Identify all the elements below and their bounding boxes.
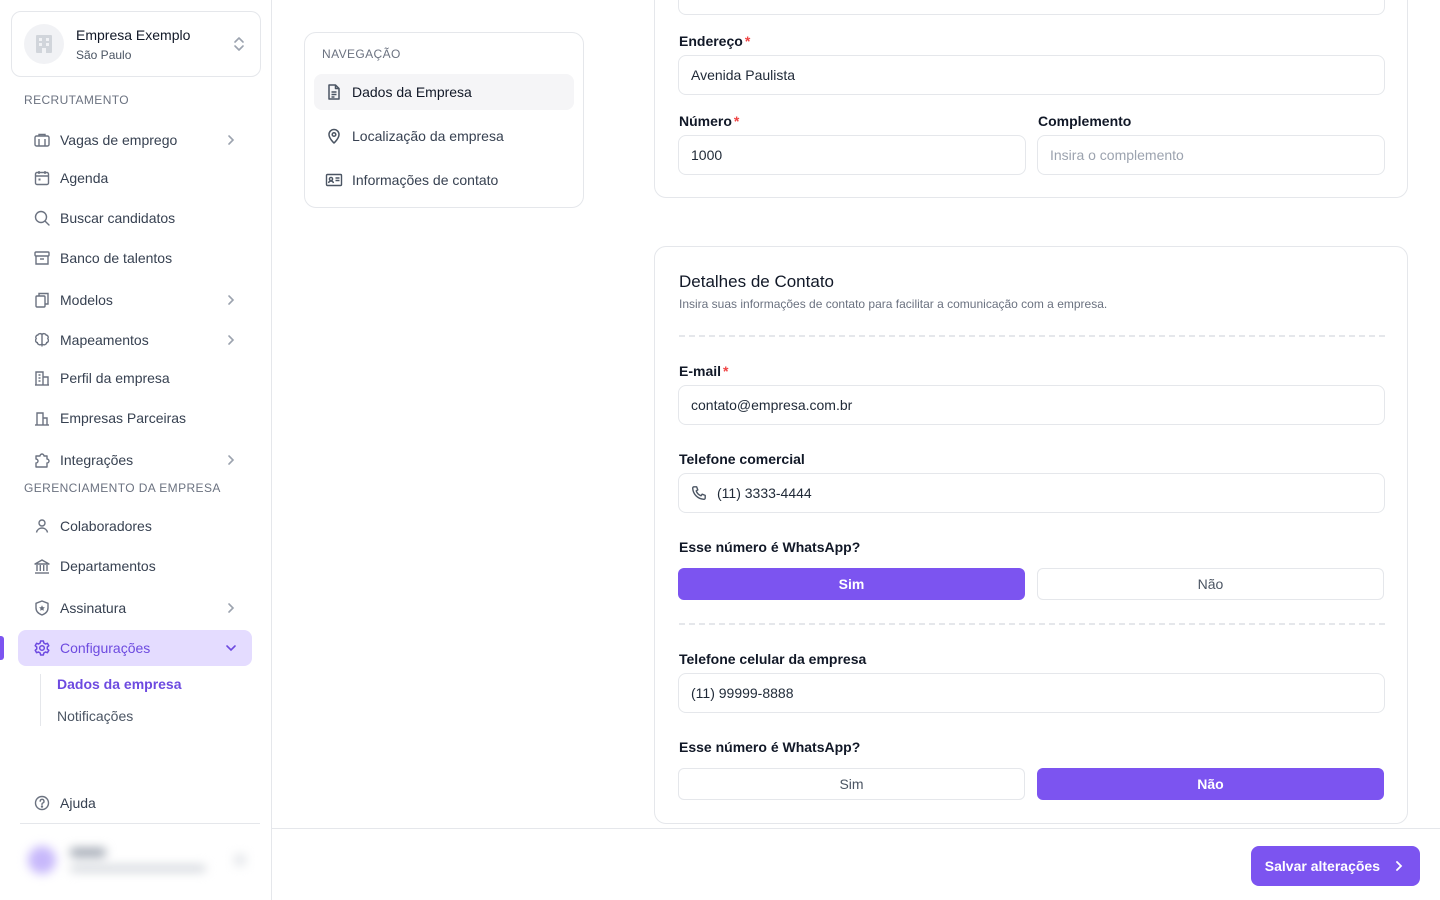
chevron-right-icon xyxy=(224,601,238,615)
mobile-phone-whatsapp-no[interactable]: Não xyxy=(1037,768,1384,800)
buildings-icon xyxy=(32,408,52,428)
help-circle-icon xyxy=(32,793,52,813)
sidebar-item-subscription[interactable]: Assinatura xyxy=(18,590,252,626)
chevron-up-down-icon xyxy=(232,35,246,53)
sidebar-item-settings[interactable]: Configurações xyxy=(18,630,252,666)
nav-company-data[interactable]: Dados da Empresa xyxy=(314,74,574,110)
complement-label: Complemento xyxy=(1038,113,1132,129)
sidebar-item-templates[interactable]: Modelos xyxy=(18,282,252,318)
phone-icon xyxy=(691,485,707,501)
business-phone-value: (11) 3333-4444 xyxy=(717,485,812,501)
id-card-icon xyxy=(324,170,344,190)
sidebar-subitem-company-data[interactable]: Dados da empresa xyxy=(57,676,182,692)
save-changes-button[interactable]: Salvar alterações xyxy=(1250,846,1420,886)
section-label-recruitment: RECRUTAMENTO xyxy=(24,93,130,107)
street-input[interactable]: Avenida Paulista xyxy=(678,55,1385,95)
sidebar-item-departments[interactable]: Departamentos xyxy=(18,548,252,584)
sidebar-item-help[interactable]: Ajuda xyxy=(18,785,252,821)
dashed-divider xyxy=(679,335,1385,337)
email-input[interactable]: contato@empresa.com.br xyxy=(678,385,1385,425)
page-navigation: NAVEGAÇÃO Dados da Empresa Localização d… xyxy=(304,32,584,208)
search-icon xyxy=(32,208,52,228)
active-indicator xyxy=(0,636,4,660)
calendar-icon xyxy=(32,168,52,188)
whatsapp-question-1: Esse número é WhatsApp? xyxy=(679,539,861,555)
mobile-phone-label: Telefone celular da empresa xyxy=(679,651,867,667)
chevron-right-icon xyxy=(224,453,238,467)
sidebar-subitem-notifications[interactable]: Notificações xyxy=(57,708,133,724)
location-card: Endereço * Avenida Paulista Número * 1000 … xyxy=(654,0,1408,198)
section-label-management: GERENCIAMENTO DA EMPRESA xyxy=(24,481,221,495)
chevron-right-icon xyxy=(224,133,238,147)
sidebar-item-jobs[interactable]: Vagas de emprego xyxy=(18,122,252,158)
previous-field-input[interactable] xyxy=(678,0,1385,15)
business-phone-label: Telefone comercial xyxy=(679,451,805,467)
whatsapp-question-2: Esse número é WhatsApp? xyxy=(679,739,861,755)
copy-icon xyxy=(32,290,52,310)
bank-icon xyxy=(32,556,52,576)
gear-icon xyxy=(32,638,52,658)
company-name: Empresa Exemplo xyxy=(76,27,191,43)
contact-card-subtitle: Insira suas informações de contato para … xyxy=(679,297,1108,311)
mobile-phone-whatsapp-yes[interactable]: Sim xyxy=(678,768,1025,800)
mobile-phone-input[interactable]: (11) 99999-8888 xyxy=(678,673,1385,713)
nav-contact-info[interactable]: Informações de contato xyxy=(314,162,574,198)
business-phone-whatsapp-no[interactable]: Não xyxy=(1037,568,1384,600)
number-input[interactable]: 1000 xyxy=(678,135,1026,175)
business-phone-input[interactable]: (11) 3333-4444 xyxy=(678,473,1385,513)
complement-input[interactable]: Insira o complemento xyxy=(1037,135,1385,175)
map-pin-icon xyxy=(324,126,344,146)
sidebar-item-mappings[interactable]: Mapeamentos xyxy=(18,322,252,358)
chevron-down-icon xyxy=(224,641,238,655)
company-city: São Paulo xyxy=(76,48,132,62)
sidebar: Empresa Exemplo São Paulo RECRUTAMENTO V… xyxy=(0,0,272,900)
navigation-title: NAVEGAÇÃO xyxy=(322,47,401,61)
sidebar-item-talent-pool[interactable]: Banco de talentos xyxy=(18,240,252,276)
email-label: E-mail * xyxy=(679,363,729,379)
archive-icon xyxy=(32,248,52,268)
chevron-right-icon xyxy=(224,333,238,347)
submenu-line xyxy=(40,674,41,726)
sidebar-item-collaborators[interactable]: Colaboradores xyxy=(18,508,252,544)
company-switcher[interactable]: Empresa Exemplo São Paulo xyxy=(11,11,261,77)
sidebar-item-search-candidates[interactable]: Buscar candidatos xyxy=(18,200,252,236)
required-asterisk: * xyxy=(723,363,729,379)
sidebar-item-integrations[interactable]: Integrações xyxy=(18,442,252,478)
chevron-right-icon xyxy=(224,293,238,307)
required-asterisk: * xyxy=(744,33,751,49)
chevron-right-icon xyxy=(1392,859,1406,873)
user-profile-blurred[interactable] xyxy=(20,838,260,882)
shield-star-icon xyxy=(32,598,52,618)
sidebar-divider xyxy=(20,823,260,824)
sidebar-item-company-profile[interactable]: Perfil da empresa xyxy=(18,360,252,396)
street-label: Endereço * xyxy=(679,33,751,49)
footer-bar: Salvar alterações xyxy=(272,828,1440,900)
file-text-icon xyxy=(324,82,344,102)
business-phone-whatsapp-yes[interactable]: Sim xyxy=(678,568,1025,600)
puzzle-icon xyxy=(32,450,52,470)
sidebar-item-agenda[interactable]: Agenda xyxy=(18,160,252,196)
briefcase-icon xyxy=(32,130,52,150)
user-icon xyxy=(32,516,52,536)
sidebar-item-partner-companies[interactable]: Empresas Parceiras xyxy=(18,400,252,436)
building-icon xyxy=(32,368,52,388)
number-label: Número * xyxy=(679,113,740,129)
company-logo xyxy=(24,24,64,64)
nav-company-location[interactable]: Localização da empresa xyxy=(314,118,574,154)
brain-icon xyxy=(32,330,52,350)
dashed-divider xyxy=(679,623,1385,625)
contact-card-title: Detalhes de Contato xyxy=(679,272,834,291)
contact-details-card: Detalhes de Contato Insira suas informaç… xyxy=(654,246,1408,824)
required-asterisk: * xyxy=(733,113,740,129)
